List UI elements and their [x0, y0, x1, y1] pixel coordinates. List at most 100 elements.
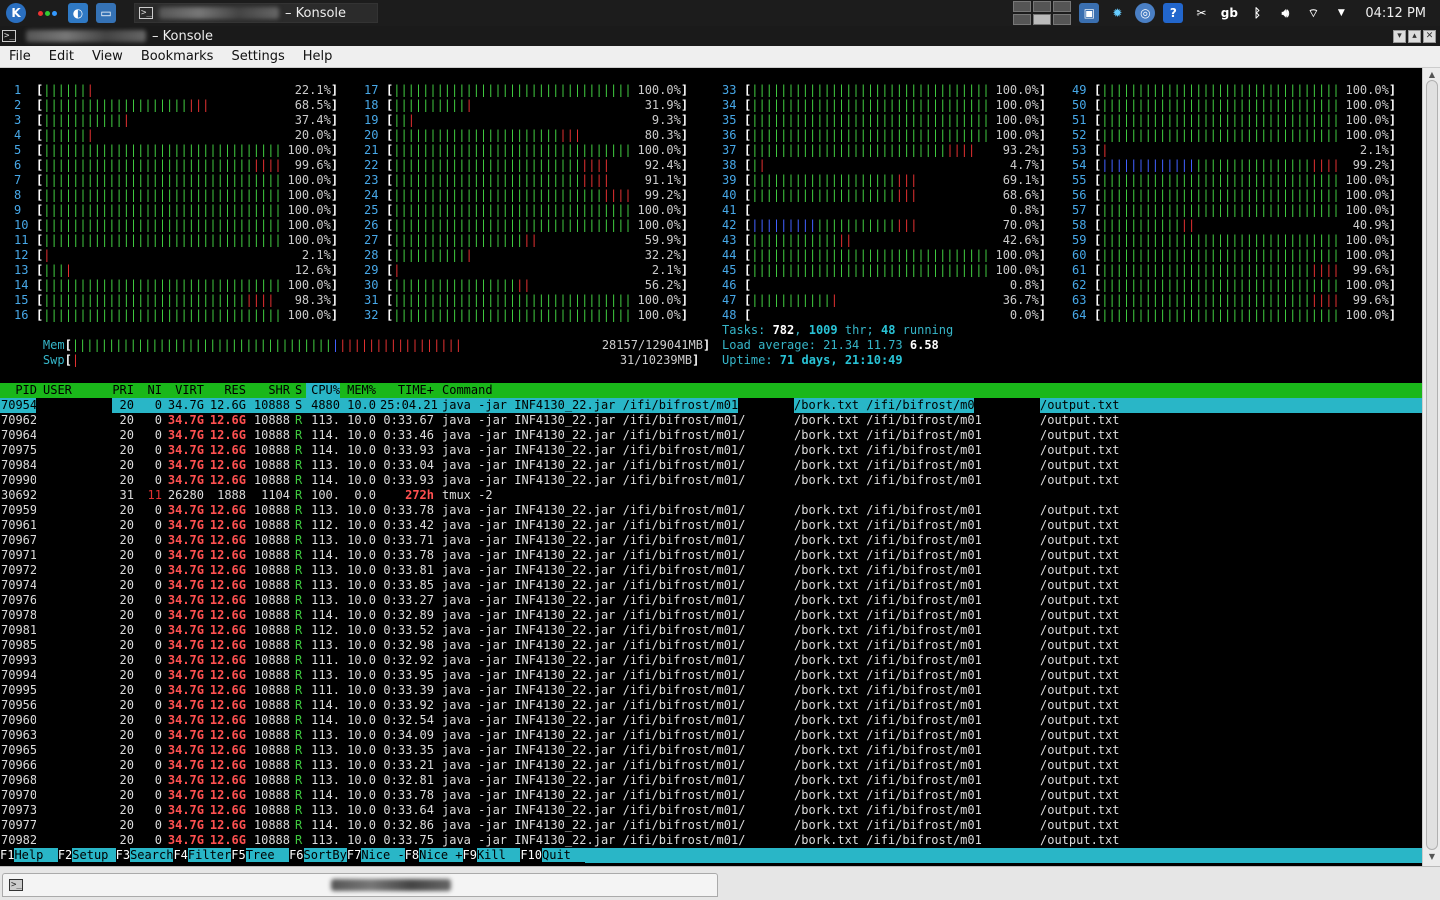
maximize-button[interactable]: ▴ [1408, 29, 1421, 43]
cell-cmd: java -jar INF4130_22.jar /ifi/bifrost/m0… [442, 758, 746, 772]
terminal-area[interactable]: 1 [||||||| 22.1%] 2 [|||||||||||||||||||||||… [0, 68, 1422, 866]
col-header-cmd[interactable]: Command [442, 383, 493, 398]
table-row[interactable]: 70974 20 0 34.7G 12.6G 10888 R 113. 10.0 0:33.85 j… [0, 578, 1422, 593]
fkey-f4[interactable]: F4 [173, 848, 187, 862]
fkey-label-f5[interactable]: Tree [245, 848, 290, 862]
table-row[interactable]: 70985 20 0 34.7G 12.6G 10888 R 113. 10.0 0:32.98 j… [0, 638, 1422, 653]
tray-expand-arrow-icon[interactable]: ▼ [1331, 3, 1351, 23]
table-row[interactable]: 70990 20 0 34.7G 12.6G 10888 R 114. 10.0 0:33.93 j… [0, 473, 1422, 488]
fkey-f8[interactable]: F8 [405, 848, 419, 862]
fkey-label-f8[interactable]: Nice + [419, 848, 463, 862]
help-tray-icon[interactable]: ? [1163, 3, 1184, 23]
wifi-icon[interactable]: ⌔ [1303, 3, 1323, 23]
col-header-user[interactable]: USER [43, 383, 72, 398]
fkey-f1[interactable]: F1 [0, 848, 14, 862]
menu-settings[interactable]: Settings [222, 49, 293, 64]
menu-file[interactable]: File [0, 49, 40, 64]
col-header-pid[interactable]: PID [1, 383, 37, 398]
fkey-f7[interactable]: F7 [347, 848, 361, 862]
col-header-res[interactable]: RES [208, 383, 246, 398]
table-row[interactable]: 70978 20 0 34.7G 12.6G 10888 R 114. 10.0 0:32.89 j… [0, 608, 1422, 623]
terminal-scrollbar[interactable]: ▲ ▼ [1422, 68, 1440, 866]
fkey-f9[interactable]: F9 [463, 848, 477, 862]
clipboard-scissors-icon[interactable]: ✂ [1191, 3, 1211, 23]
table-row[interactable]: 70995 20 0 34.7G 12.6G 10888 R 111. 10.0 0:33.39 j… [0, 683, 1422, 698]
fkey-label-f1[interactable]: Help [14, 848, 58, 862]
fkey-label-f6[interactable]: SortBy [303, 848, 347, 862]
col-header-ni[interactable]: NI [144, 383, 162, 398]
process-table-header[interactable]: PID USER PRI NI VIRT RES SHR S CPU% MEM% TIME+ Comm… [0, 383, 1422, 398]
activities-icon[interactable] [34, 3, 60, 23]
col-header-cpu[interactable]: CPU% [306, 383, 340, 398]
scroll-up-icon[interactable]: ▲ [1426, 70, 1438, 80]
minimize-button[interactable]: ▾ [1393, 29, 1406, 43]
table-row[interactable]: 70973 20 0 34.7G 12.6G 10888 R 113. 10.0 0:33.64 j… [0, 803, 1422, 818]
fkey-label-f2[interactable]: Setup [72, 848, 116, 862]
window-titlebar[interactable]: >_ – Konsole ▾ ▴ ✕ [0, 26, 1440, 46]
table-row[interactable]: 70993 20 0 34.7G 12.6G 10888 R 111. 10.0 0:32.92 j… [0, 653, 1422, 668]
show-desktop-icon[interactable]: ▭ [96, 3, 116, 23]
close-button[interactable]: ✕ [1423, 29, 1436, 43]
fkey-label-f4[interactable]: Filter [187, 848, 232, 862]
scrollbar-thumb[interactable] [1426, 80, 1438, 850]
table-row[interactable]: 70965 20 0 34.7G 12.6G 10888 R 113. 10.0 0:33.35 j… [0, 743, 1422, 758]
col-header-virt[interactable]: VIRT [166, 383, 204, 398]
table-row[interactable]: 70954 20 0 34.7G 12.6G 10888 S 4880 10.0 25:04.21… [0, 398, 1422, 413]
table-row[interactable]: 70963 20 0 34.7G 12.6G 10888 R 113. 10.0 0:34.09 j… [0, 728, 1422, 743]
fkey-label-f3[interactable]: Search [130, 848, 174, 862]
cell-pri: 20 [119, 518, 134, 532]
table-row[interactable]: 70981 20 0 34.7G 12.6G 10888 R 112. 10.0 0:33.52 j… [0, 623, 1422, 638]
fkey-f10[interactable]: F10 [520, 848, 542, 862]
keyboard-layout-indicator[interactable]: gb [1219, 3, 1239, 23]
table-row[interactable]: 70994 20 0 34.7G 12.6G 10888 R 113. 10.0 0:33.95 j… [0, 668, 1422, 683]
fkey-f3[interactable]: F3 [116, 848, 130, 862]
konsole-window-icon[interactable]: >_ [2, 30, 16, 42]
table-row[interactable]: 30692 31 11 26280 1888 1104 R 100. 0.0 272h tmux -… [0, 488, 1422, 503]
network-manager-tray-icon[interactable]: ◎ [1135, 3, 1156, 23]
file-manager-icon[interactable]: ◐ [68, 3, 88, 23]
table-row[interactable]: 70972 20 0 34.7G 12.6G 10888 R 113. 10.0 0:33.81 j… [0, 563, 1422, 578]
volume-icon[interactable]: 🔊︎ [1275, 3, 1295, 23]
table-row[interactable]: 70982 20 0 34.7G 12.6G 10888 R 113. 10.0 0:33.75 j… [0, 833, 1422, 848]
menu-help[interactable]: Help [294, 49, 342, 64]
table-row[interactable]: 70962 20 0 34.7G 12.6G 10888 R 113. 10.0 0:33.67 j… [0, 413, 1422, 428]
kde-menu-icon[interactable]: K [6, 3, 26, 23]
table-row[interactable]: 70977 20 0 34.7G 12.6G 10888 R 114. 10.0 0:32.86 j… [0, 818, 1422, 833]
taskbar-task-konsole[interactable]: >_ – Konsole [134, 3, 378, 23]
table-row[interactable]: 70970 20 0 34.7G 12.6G 10888 R 114. 10.0 0:33.78 j… [0, 788, 1422, 803]
fkey-label-f9[interactable]: Kill [476, 848, 521, 862]
fkey-f5[interactable]: F5 [231, 848, 245, 862]
scroll-down-icon[interactable]: ▼ [1426, 852, 1438, 862]
table-row[interactable]: 70976 20 0 34.7G 12.6G 10888 R 113. 10.0 0:33.27 j… [0, 593, 1422, 608]
menu-edit[interactable]: Edit [40, 49, 83, 64]
table-row[interactable]: 70966 20 0 34.7G 12.6G 10888 R 113. 10.0 0:33.21 j… [0, 758, 1422, 773]
clock[interactable]: 04:12 PM [1365, 6, 1426, 21]
table-row[interactable]: 70964 20 0 34.7G 12.6G 10888 R 114. 10.0 0:33.46 j… [0, 428, 1422, 443]
tab-session[interactable]: >_ [2, 873, 718, 897]
fkey-label-f7[interactable]: Nice - [361, 848, 405, 862]
screenshot-tray-icon[interactable]: ▣ [1079, 3, 1100, 23]
table-row[interactable]: 70975 20 0 34.7G 12.6G 10888 R 114. 10.0 0:33.93 j… [0, 443, 1422, 458]
col-header-shr[interactable]: SHR [250, 383, 290, 398]
cell-cmd: java -jar INF4130_22.jar /ifi/bifrost/m0… [442, 533, 746, 547]
menu-bookmarks[interactable]: Bookmarks [132, 49, 223, 64]
menu-view[interactable]: View [83, 49, 132, 64]
table-row[interactable]: 70956 20 0 34.7G 12.6G 10888 R 114. 10.0 0:33.92 j… [0, 698, 1422, 713]
col-header-s[interactable]: S [295, 383, 305, 398]
fkey-f2[interactable]: F2 [58, 848, 72, 862]
fkey-f6[interactable]: F6 [289, 848, 303, 862]
virtual-desktop-pager[interactable] [1013, 1, 1072, 25]
weather-tray-icon[interactable]: ✹ [1107, 3, 1127, 23]
bluetooth-icon[interactable]: ᛒ [1247, 3, 1267, 23]
table-row[interactable]: 70960 20 0 34.7G 12.6G 10888 R 114. 10.0 0:32.54 j… [0, 713, 1422, 728]
table-row[interactable]: 70968 20 0 34.7G 12.6G 10888 R 113. 10.0 0:32.81 j… [0, 773, 1422, 788]
table-row[interactable]: 70984 20 0 34.7G 12.6G 10888 R 113. 10.0 0:33.04 j… [0, 458, 1422, 473]
col-header-mem[interactable]: MEM% [344, 383, 376, 398]
fkey-label-f10[interactable]: Quit [542, 848, 586, 862]
col-header-time[interactable]: TIME+ [380, 383, 434, 398]
table-row[interactable]: 70961 20 0 34.7G 12.6G 10888 R 112. 10.0 0:33.42 j… [0, 518, 1422, 533]
col-header-pri[interactable]: PRI [112, 383, 134, 398]
table-row[interactable]: 70967 20 0 34.7G 12.6G 10888 R 113. 10.0 0:33.71 j… [0, 533, 1422, 548]
table-row[interactable]: 70959 20 0 34.7G 12.6G 10888 R 113. 10.0 0:33.78 j… [0, 503, 1422, 518]
table-row[interactable]: 70971 20 0 34.7G 12.6G 10888 R 114. 10.0 0:33.78 j… [0, 548, 1422, 563]
